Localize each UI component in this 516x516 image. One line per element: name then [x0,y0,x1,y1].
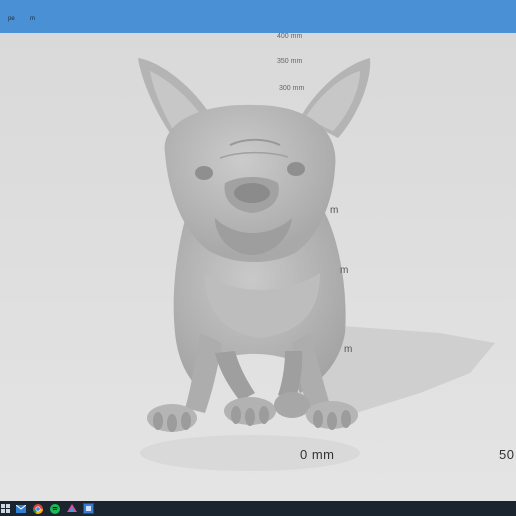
ruler-label-right: 50 [499,447,515,462]
model-rear-left-leg [215,351,255,401]
ruler-label-partial-1: m [330,205,339,216]
windows-icon[interactable] [0,503,11,514]
3d-model-render [138,58,495,471]
3d-viewport[interactable]: 400 mm 350 mm 300 mm m m m 0 mm 50 [0,33,516,501]
model-left-eye [195,166,213,180]
color-app-icon[interactable] [66,503,77,514]
app-title-bar: pe m [0,0,516,33]
ruler-label-origin: 0 mm [300,447,335,462]
windows-taskbar [0,501,516,516]
ruler-label-partial-2: m [340,265,349,276]
ruler-label-350: 350 mm [277,58,303,65]
slicer-app-icon[interactable] [83,503,94,514]
model-paw-3 [274,392,310,418]
chrome-icon[interactable] [32,503,43,514]
mail-icon[interactable] [15,503,26,514]
menu-item-1[interactable]: pe [8,16,15,22]
spotify-icon[interactable] [49,503,60,514]
model-nose [234,183,270,203]
ruler-label-partial-3: m [344,344,353,355]
ruler-label-300: 300 mm [279,85,305,92]
model-right-eye [287,162,305,176]
menu-item-2[interactable]: m [30,16,35,22]
ruler-label-400: 400 mm [277,33,303,40]
